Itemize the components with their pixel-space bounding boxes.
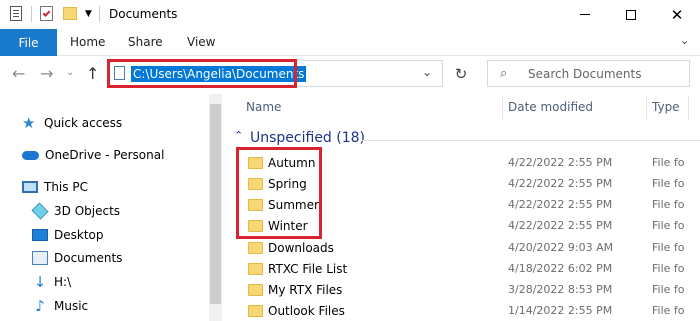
- folder-icon: [248, 263, 263, 275]
- address-highlight-box: [107, 59, 297, 88]
- list-item[interactable]: RTXC File List 4/18/2022 6:02 PM File fo: [222, 259, 700, 280]
- address-history-chevron-icon[interactable]: ⌄: [422, 65, 432, 79]
- sidebar-item-desktop[interactable]: Desktop: [32, 224, 104, 246]
- sidebar-item-label: Desktop: [54, 228, 104, 242]
- column-header-type[interactable]: Type: [652, 100, 680, 114]
- maximize-icon: [626, 9, 636, 20]
- folder-highlight-box: [236, 147, 322, 239]
- sidebar-item-3d-objects[interactable]: 3D Objects: [31, 200, 121, 222]
- download-drive-icon: ↓: [33, 273, 47, 291]
- sidebar-item-quick-access[interactable]: ★ Quick access: [22, 112, 122, 134]
- search-placeholder: Search Documents: [528, 67, 642, 81]
- search-box[interactable]: ⌕ Search Documents: [487, 60, 690, 87]
- file-date: 3/28/2022 8:53 PM: [508, 283, 613, 296]
- file-date: 4/18/2022 6:02 PM: [508, 262, 613, 275]
- new-folder-icon[interactable]: [63, 7, 77, 20]
- close-icon: ✕: [670, 5, 684, 24]
- window-title: Documents: [109, 7, 178, 21]
- sidebar-item-this-pc[interactable]: This PC: [22, 176, 88, 198]
- list-item[interactable]: My RTX Files 3/28/2022 8:53 PM File fo: [222, 280, 700, 301]
- file-type: File fo: [652, 241, 685, 254]
- tab-share[interactable]: Share: [128, 35, 163, 49]
- group-divider: [362, 140, 700, 141]
- sidebar-item-label: Music: [54, 299, 89, 313]
- sidebar-item-documents[interactable]: Documents: [32, 247, 122, 269]
- sidebar-item-onedrive[interactable]: OneDrive - Personal: [22, 144, 164, 166]
- sidebar-item-label: This PC: [44, 180, 88, 194]
- music-icon: ♪: [35, 297, 45, 315]
- column-separator[interactable]: [688, 96, 689, 120]
- file-date: 4/20/2022 9:03 AM: [508, 241, 614, 254]
- back-arrow-icon[interactable]: ←: [12, 64, 25, 83]
- properties-icon[interactable]: [40, 6, 53, 21]
- file-name: Downloads: [268, 241, 334, 255]
- sidebar-scrollbar-thumb[interactable]: [210, 104, 221, 304]
- file-date: 4/22/2022 2:55 PM: [508, 156, 613, 169]
- title-bar: ▼ Documents ✕: [0, 0, 700, 29]
- file-date: 4/22/2022 2:55 PM: [508, 198, 613, 211]
- file-tab[interactable]: File: [0, 29, 57, 56]
- refresh-button[interactable]: ↻: [451, 60, 471, 87]
- file-type: File fo: [652, 219, 685, 232]
- ribbon-tabs: File Home Share View ⌄: [0, 29, 700, 56]
- list-item[interactable]: Outlook Files 1/14/2022 2:55 PM File fo: [222, 301, 700, 321]
- explorer-app-icon: [10, 6, 22, 21]
- maximize-button[interactable]: [608, 0, 654, 29]
- sidebar-item-label: Documents: [54, 251, 123, 265]
- cloud-icon: [22, 150, 39, 160]
- sidebar-item-label: 3D Objects: [54, 204, 121, 218]
- file-date: 4/22/2022 2:55 PM: [508, 177, 613, 190]
- computer-icon: [22, 181, 38, 193]
- file-type: File fo: [652, 198, 685, 211]
- minimize-icon: [580, 14, 590, 15]
- file-type: File fo: [652, 156, 685, 169]
- desktop-icon: [32, 229, 48, 241]
- documents-icon: [32, 251, 48, 265]
- search-icon: ⌕: [500, 66, 508, 81]
- file-type: File fo: [652, 262, 685, 275]
- sidebar-item-h-drive[interactable]: ↓ H:\: [32, 271, 71, 293]
- tab-home[interactable]: Home: [70, 35, 105, 49]
- sidebar-item-label: Quick access: [44, 116, 123, 130]
- column-header-date-modified[interactable]: Date modified: [508, 100, 593, 114]
- recent-locations-chevron-icon[interactable]: ⌄: [66, 67, 74, 78]
- forward-arrow-icon[interactable]: →: [40, 64, 53, 83]
- navigation-bar: ← → ⌄ ↑ C:\Users\Angelia\Documents ⌄ ↻ ⌕…: [0, 56, 700, 94]
- column-header-name[interactable]: Name: [246, 100, 281, 114]
- sidebar-item-music[interactable]: ♪ Music: [32, 295, 88, 317]
- file-date: 4/22/2022 2:55 PM: [508, 219, 613, 232]
- tab-view[interactable]: View: [187, 35, 215, 49]
- column-separator[interactable]: [502, 96, 503, 120]
- minimize-button[interactable]: [562, 0, 608, 29]
- file-type: File fo: [652, 177, 685, 190]
- file-type: File fo: [652, 283, 685, 296]
- folder-icon: [248, 305, 263, 317]
- list-item[interactable]: Downloads 4/20/2022 9:03 AM File fo: [222, 238, 700, 259]
- refresh-icon: ↻: [454, 64, 468, 83]
- navigation-pane: ★ Quick access OneDrive - Personal This …: [0, 94, 222, 321]
- file-date: 1/14/2022 2:55 PM: [508, 304, 613, 317]
- folder-icon: [248, 284, 263, 296]
- folder-icon: [248, 242, 263, 254]
- file-type: File fo: [652, 304, 685, 317]
- file-name: RTXC File List: [268, 262, 348, 276]
- expand-ribbon-icon[interactable]: ⌄: [680, 34, 689, 47]
- quick-access-toolbar-dropdown-icon[interactable]: ▼: [85, 9, 92, 19]
- group-header[interactable]: Unspecified (18): [250, 130, 365, 146]
- column-separator[interactable]: [646, 96, 647, 120]
- sidebar-item-label: H:\: [54, 275, 72, 289]
- group-collapse-chevron-icon[interactable]: ⌃: [234, 129, 243, 142]
- up-arrow-icon[interactable]: ↑: [86, 64, 99, 83]
- sidebar-item-label: OneDrive - Personal: [45, 148, 165, 162]
- close-button[interactable]: ✕: [654, 0, 700, 29]
- star-icon: ★: [22, 114, 36, 132]
- file-name: Outlook Files: [268, 304, 345, 318]
- file-name: My RTX Files: [268, 283, 343, 297]
- cube-icon: [31, 202, 49, 220]
